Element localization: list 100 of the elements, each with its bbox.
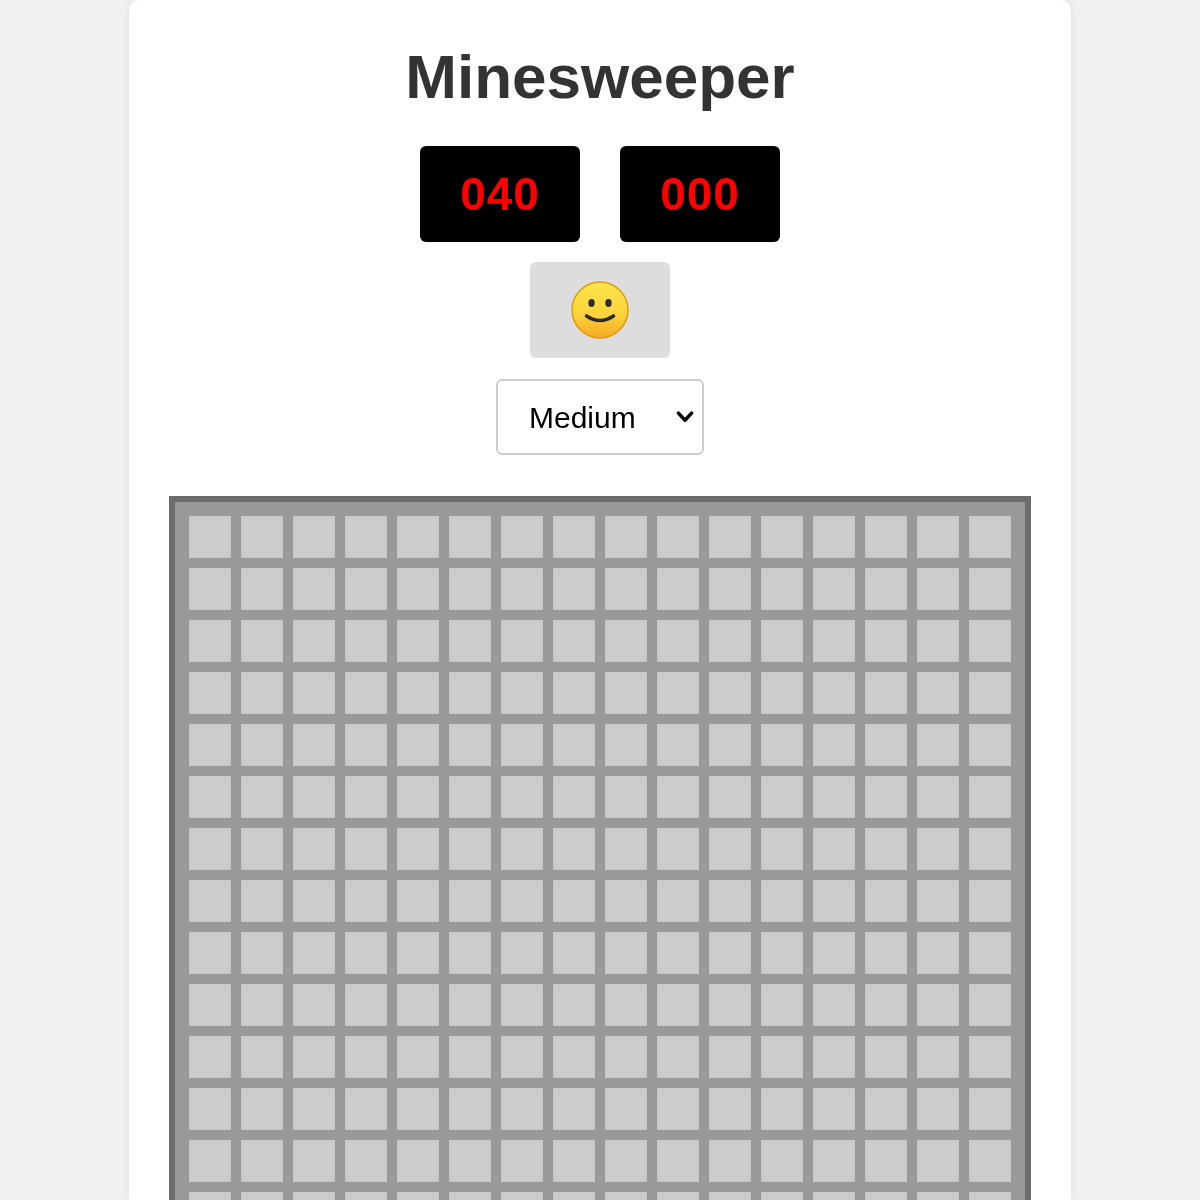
hidden-cell[interactable] [553,672,595,714]
hidden-cell[interactable] [345,516,387,558]
hidden-cell[interactable] [241,672,283,714]
hidden-cell[interactable] [813,724,855,766]
hidden-cell[interactable] [449,932,491,974]
hidden-cell[interactable] [553,516,595,558]
hidden-cell[interactable] [709,984,751,1026]
hidden-cell[interactable] [709,880,751,922]
hidden-cell[interactable] [553,1140,595,1182]
hidden-cell[interactable] [189,776,231,818]
hidden-cell[interactable] [397,984,439,1026]
hidden-cell[interactable] [241,880,283,922]
hidden-cell[interactable] [657,568,699,610]
hidden-cell[interactable] [293,776,335,818]
hidden-cell[interactable] [397,828,439,870]
hidden-cell[interactable] [501,724,543,766]
hidden-cell[interactable] [969,516,1011,558]
hidden-cell[interactable] [241,1140,283,1182]
hidden-cell[interactable] [397,1036,439,1078]
hidden-cell[interactable] [917,828,959,870]
hidden-cell[interactable] [189,932,231,974]
hidden-cell[interactable] [865,1140,907,1182]
hidden-cell[interactable] [605,724,647,766]
hidden-cell[interactable] [189,672,231,714]
hidden-cell[interactable] [397,880,439,922]
hidden-cell[interactable] [969,880,1011,922]
hidden-cell[interactable] [813,880,855,922]
hidden-cell[interactable] [189,1140,231,1182]
hidden-cell[interactable] [917,1140,959,1182]
hidden-cell[interactable] [813,1036,855,1078]
hidden-cell[interactable] [553,620,595,662]
hidden-cell[interactable] [553,1088,595,1130]
hidden-cell[interactable] [345,672,387,714]
hidden-cell[interactable] [813,516,855,558]
hidden-cell[interactable] [553,828,595,870]
hidden-cell[interactable] [501,880,543,922]
hidden-cell[interactable] [345,932,387,974]
hidden-cell[interactable] [449,880,491,922]
hidden-cell[interactable] [449,620,491,662]
hidden-cell[interactable] [397,932,439,974]
hidden-cell[interactable] [657,984,699,1026]
hidden-cell[interactable] [553,1036,595,1078]
hidden-cell[interactable] [761,880,803,922]
hidden-cell[interactable] [605,1140,647,1182]
hidden-cell[interactable] [605,1088,647,1130]
hidden-cell[interactable] [917,568,959,610]
hidden-cell[interactable] [813,1088,855,1130]
hidden-cell[interactable] [917,932,959,974]
hidden-cell[interactable] [501,672,543,714]
hidden-cell[interactable] [761,932,803,974]
hidden-cell[interactable] [969,984,1011,1026]
hidden-cell[interactable] [241,984,283,1026]
hidden-cell[interactable] [397,1088,439,1130]
hidden-cell[interactable] [605,672,647,714]
hidden-cell[interactable] [241,828,283,870]
hidden-cell[interactable] [709,568,751,610]
hidden-cell[interactable] [761,828,803,870]
hidden-cell[interactable] [345,828,387,870]
hidden-cell[interactable] [761,724,803,766]
hidden-cell[interactable] [397,516,439,558]
hidden-cell[interactable] [501,984,543,1026]
difficulty-select[interactable]: Medium [496,379,704,455]
hidden-cell[interactable] [865,828,907,870]
hidden-cell[interactable] [657,516,699,558]
hidden-cell[interactable] [657,828,699,870]
hidden-cell[interactable] [189,568,231,610]
hidden-cell[interactable] [345,1036,387,1078]
hidden-cell[interactable] [969,828,1011,870]
hidden-cell[interactable] [189,828,231,870]
hidden-cell[interactable] [449,516,491,558]
hidden-cell[interactable] [917,984,959,1026]
hidden-cell[interactable] [293,1036,335,1078]
hidden-cell[interactable] [397,1140,439,1182]
hidden-cell[interactable] [761,1036,803,1078]
hidden-cell[interactable] [345,620,387,662]
hidden-cell[interactable] [345,880,387,922]
hidden-cell[interactable] [449,724,491,766]
hidden-cell[interactable] [709,828,751,870]
hidden-cell[interactable] [761,1088,803,1130]
hidden-cell[interactable] [189,724,231,766]
hidden-cell[interactable] [865,724,907,766]
hidden-cell[interactable] [657,724,699,766]
hidden-cell[interactable] [969,568,1011,610]
hidden-cell[interactable] [969,724,1011,766]
hidden-cell[interactable] [657,776,699,818]
hidden-cell[interactable] [553,724,595,766]
hidden-cell[interactable] [865,568,907,610]
hidden-cell[interactable] [501,516,543,558]
hidden-cell[interactable] [709,776,751,818]
hidden-cell[interactable] [241,1036,283,1078]
hidden-cell[interactable] [241,516,283,558]
hidden-cell[interactable] [293,568,335,610]
hidden-cell[interactable] [501,1088,543,1130]
hidden-cell[interactable] [865,1088,907,1130]
hidden-cell[interactable] [605,568,647,610]
hidden-cell[interactable] [969,776,1011,818]
hidden-cell[interactable] [657,620,699,662]
hidden-cell[interactable] [969,1036,1011,1078]
hidden-cell[interactable] [709,620,751,662]
hidden-cell[interactable] [293,1140,335,1182]
